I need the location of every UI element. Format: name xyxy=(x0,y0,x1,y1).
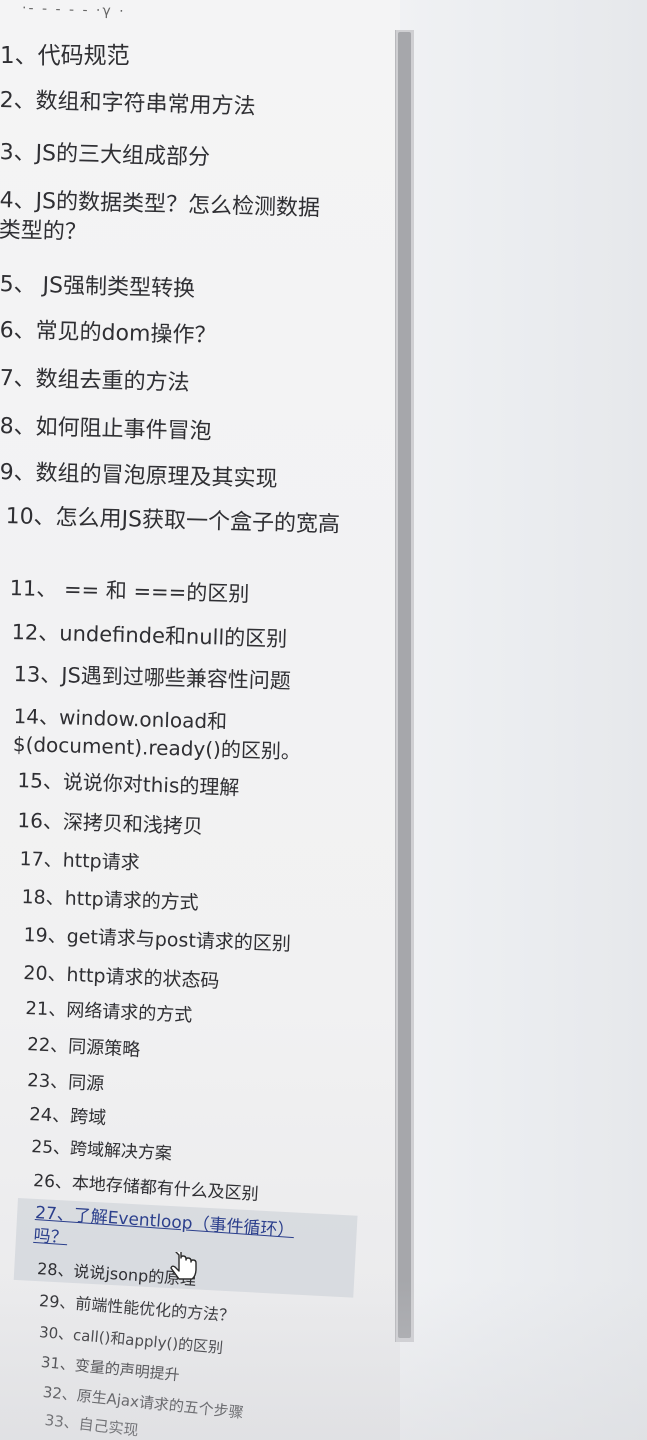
toc-list: 1、代码规范 2、数组和字符串常用方法 3、JS的三大组成部分 4、JS的数据类… xyxy=(0,0,400,1440)
toc-item-22[interactable]: 22、同源策略 xyxy=(27,1032,368,1075)
toc-item-3[interactable]: 3、JS的三大组成部分 xyxy=(0,138,300,176)
toc-item-16[interactable]: 16、深拷贝和浅拷贝 xyxy=(17,806,358,846)
toc-item-1[interactable]: 1、代码规范 xyxy=(0,40,280,72)
scrollbar-thumb[interactable] xyxy=(398,32,411,1338)
toc-item-20[interactable]: 20、http请求的状态码 xyxy=(23,960,364,1001)
toc-item-label: 4、JS的数据类型？怎么检测数据类型的？ xyxy=(0,187,321,246)
toc-panel: ·- - - - - ·γ · 1、代码规范 2、数组和字符串常用方法 3、JS… xyxy=(0,0,400,1440)
toc-item-9[interactable]: 9、数组的冒泡原理及其实现 xyxy=(0,458,340,497)
toc-item-8[interactable]: 8、如何阻止事件冒泡 xyxy=(0,412,340,451)
toc-item-21[interactable]: 21、网络请求的方式 xyxy=(25,996,366,1036)
toc-item-18[interactable]: 18、http请求的方式 xyxy=(21,884,362,922)
toc-item-label: 17、http请求 xyxy=(19,847,141,875)
toc-item-17[interactable]: 17、http请求 xyxy=(19,846,360,884)
toc-item-label: 5、 JS强制类型转换 xyxy=(0,271,196,303)
toc-item-label: 15、说说你对this的理解 xyxy=(17,767,240,800)
toc-item-label: 8、如何阻止事件冒泡 xyxy=(0,413,212,445)
toc-item-label: 3、JS的三大组成部分 xyxy=(0,139,211,171)
toc-item-label: 10、怎么用JS获取一个盒子的宽高 xyxy=(5,503,341,538)
hand-pointer-icon xyxy=(170,1248,200,1286)
toc-item-6[interactable]: 6、常见的dom操作？ xyxy=(0,316,340,355)
toc-item-label: 18、http请求的方式 xyxy=(21,885,200,915)
toc-item-19[interactable]: 19、get请求与post请求的区别 xyxy=(23,922,364,960)
toc-item-label: 2、数组和字符串常用方法 xyxy=(0,87,256,120)
screen: ·- - - - - ·γ · 1、代码规范 2、数组和字符串常用方法 3、JS… xyxy=(0,0,647,1440)
toc-item-4[interactable]: 4、JS的数据类型？怎么检测数据类型的？ xyxy=(0,186,340,255)
toc-item-5[interactable]: 5、 JS强制类型转换 xyxy=(0,270,340,309)
toc-item-label: 12、undefinde和null的区别 xyxy=(11,619,288,652)
toc-item-label: 22、同源策略 xyxy=(26,1033,141,1061)
toc-item-10[interactable]: 10、怎么用JS获取一个盒子的宽高 xyxy=(5,502,346,541)
toc-item-label: 9、数组的冒泡原理及其实现 xyxy=(0,459,278,493)
toc-item-12[interactable]: 12、undefinde和null的区别 xyxy=(11,618,352,656)
toc-item-label: 14、window.onload和$(document).ready()的区别。 xyxy=(12,703,302,764)
toc-item-11[interactable]: 11、 == 和 ===的区别 xyxy=(9,574,350,612)
vertical-scrollbar[interactable] xyxy=(395,30,414,1342)
toc-item-label: 16、深拷贝和浅拷贝 xyxy=(17,807,204,839)
toc-item-label: 11、 == 和 ===的区别 xyxy=(9,575,250,607)
toc-item-label: 6、常见的dom操作？ xyxy=(0,317,217,349)
toc-item-label: 21、网络请求的方式 xyxy=(24,997,193,1027)
toc-item-label: 13、JS遇到过哪些兼容性问题 xyxy=(13,661,292,694)
toc-item-label: 1、代码规范 xyxy=(0,43,130,69)
toc-item-label: 7、数组去重的方法 xyxy=(0,365,190,396)
toc-item-7[interactable]: 7、数组去重的方法 xyxy=(0,364,340,403)
toc-item-2[interactable]: 2、数组和字符串常用方法 xyxy=(0,86,300,124)
toc-item-15[interactable]: 15、说说你对this的理解 xyxy=(17,766,358,806)
toc-item-13[interactable]: 13、JS遇到过哪些兼容性问题 xyxy=(13,660,354,698)
toc-item-14[interactable]: 14、window.onload和$(document).ready()的区别。 xyxy=(13,702,344,767)
toc-item-label: 20、http请求的状态码 xyxy=(22,961,220,993)
toc-item-label: 19、get请求与post请求的区别 xyxy=(23,923,292,956)
